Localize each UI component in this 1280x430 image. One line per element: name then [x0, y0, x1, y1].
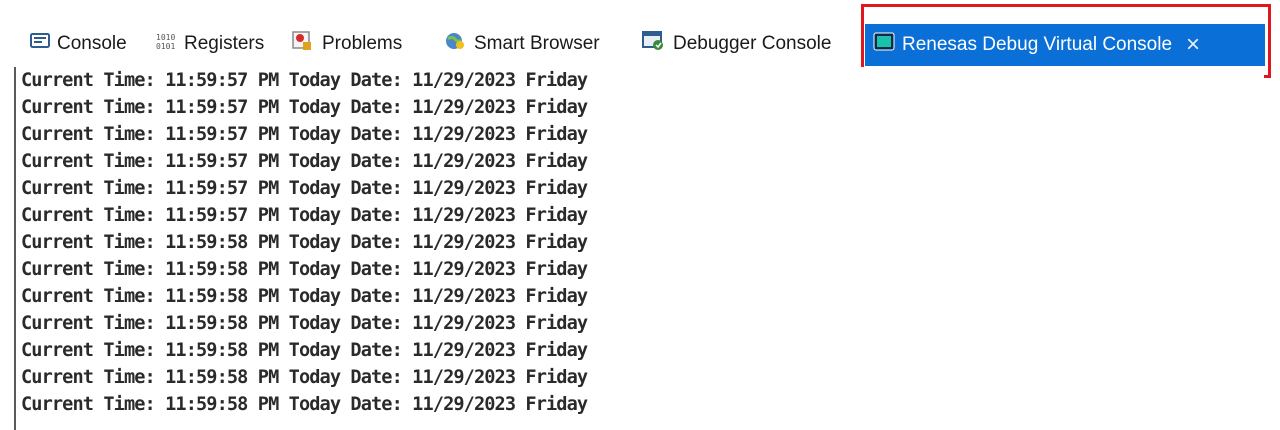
- close-icon[interactable]: ×: [1186, 33, 1200, 57]
- console-line: Current Time: 11:59:58 PM Today Date: 11…: [21, 313, 588, 334]
- console-line: Current Time: 11:59:58 PM Today Date: 11…: [21, 286, 588, 307]
- console-left-border: [14, 67, 16, 430]
- console-line: Current Time: 11:59:57 PM Today Date: 11…: [21, 205, 588, 226]
- console-line: Current Time: 11:59:58 PM Today Date: 11…: [21, 232, 588, 253]
- problems-icon: [291, 30, 315, 58]
- tab-label: Debugger Console: [673, 33, 832, 54]
- tab-console[interactable]: Console: [30, 22, 127, 66]
- tab-label: Renesas Debug Virtual Console: [902, 34, 1173, 55]
- tab-label: Problems: [322, 33, 403, 54]
- svg-text:1010: 1010: [156, 33, 175, 42]
- tab-renesas-debug-virtual-console[interactable]: Renesas Debug Virtual Console ×: [865, 24, 1265, 66]
- console-line: Current Time: 11:59:57 PM Today Date: 11…: [21, 178, 588, 199]
- svg-text:0101: 0101: [156, 42, 175, 51]
- console-icon: [30, 32, 50, 56]
- virtual-console-icon: [873, 32, 895, 58]
- tab-smart-browser[interactable]: Smart Browser: [443, 22, 600, 66]
- tab-label: Smart Browser: [474, 33, 600, 54]
- smart-browser-icon: [443, 30, 467, 58]
- console-line: Current Time: 11:59:58 PM Today Date: 11…: [21, 340, 588, 361]
- tab-debugger-console[interactable]: Debugger Console: [642, 22, 831, 66]
- console-output[interactable]: Current Time: 11:59:57 PM Today Date: 11…: [14, 67, 1264, 430]
- console-line: Current Time: 11:59:58 PM Today Date: 11…: [21, 367, 588, 388]
- console-line: Current Time: 11:59:57 PM Today Date: 11…: [21, 97, 588, 118]
- console-line: Current Time: 11:59:58 PM Today Date: 11…: [21, 259, 588, 280]
- registers-icon: 1010 0101: [155, 31, 177, 57]
- tab-registers[interactable]: 1010 0101 Registers: [155, 22, 264, 66]
- debugger-console-icon: [642, 30, 666, 58]
- tab-label: Registers: [184, 33, 265, 54]
- console-line: Current Time: 11:59:57 PM Today Date: 11…: [21, 151, 588, 172]
- console-lines: Current Time: 11:59:57 PM Today Date: 11…: [21, 67, 588, 418]
- view-tab-bar: Console 1010 0101 Registers Problems Sma…: [20, 18, 1265, 66]
- console-line: Current Time: 11:59:57 PM Today Date: 11…: [21, 70, 588, 91]
- console-line: Current Time: 11:59:57 PM Today Date: 11…: [21, 124, 588, 145]
- tab-label: Console: [57, 33, 127, 54]
- console-line: Current Time: 11:59:58 PM Today Date: 11…: [21, 394, 588, 415]
- tab-problems[interactable]: Problems: [291, 22, 402, 66]
